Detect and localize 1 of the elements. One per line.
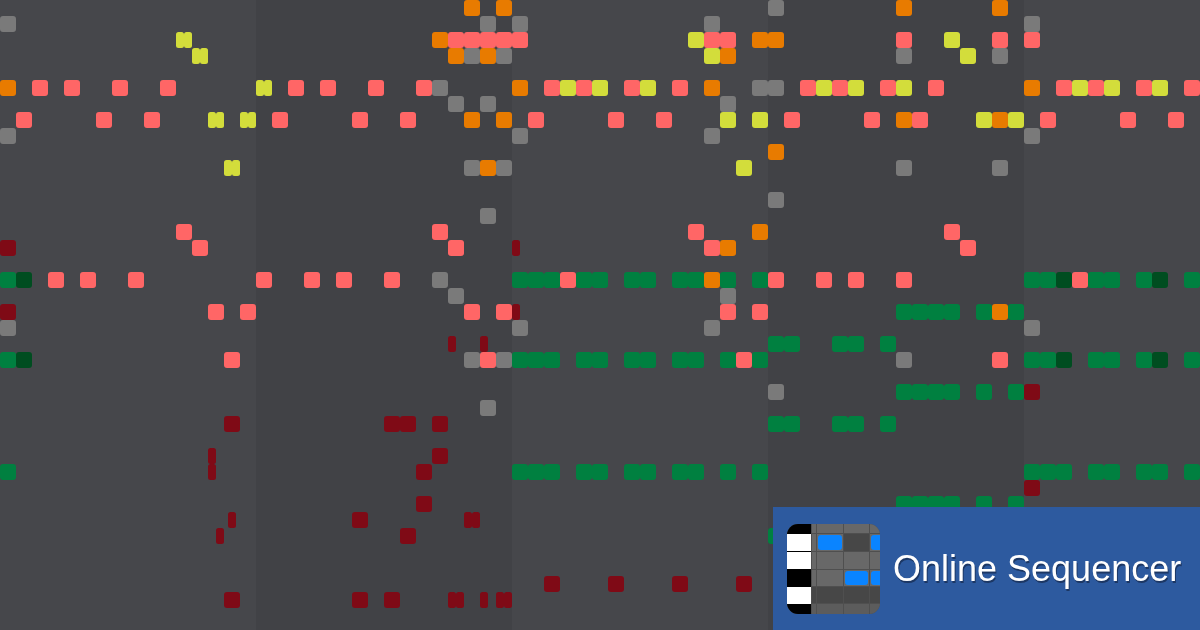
brand-name: Online Sequencer <box>893 548 1182 589</box>
